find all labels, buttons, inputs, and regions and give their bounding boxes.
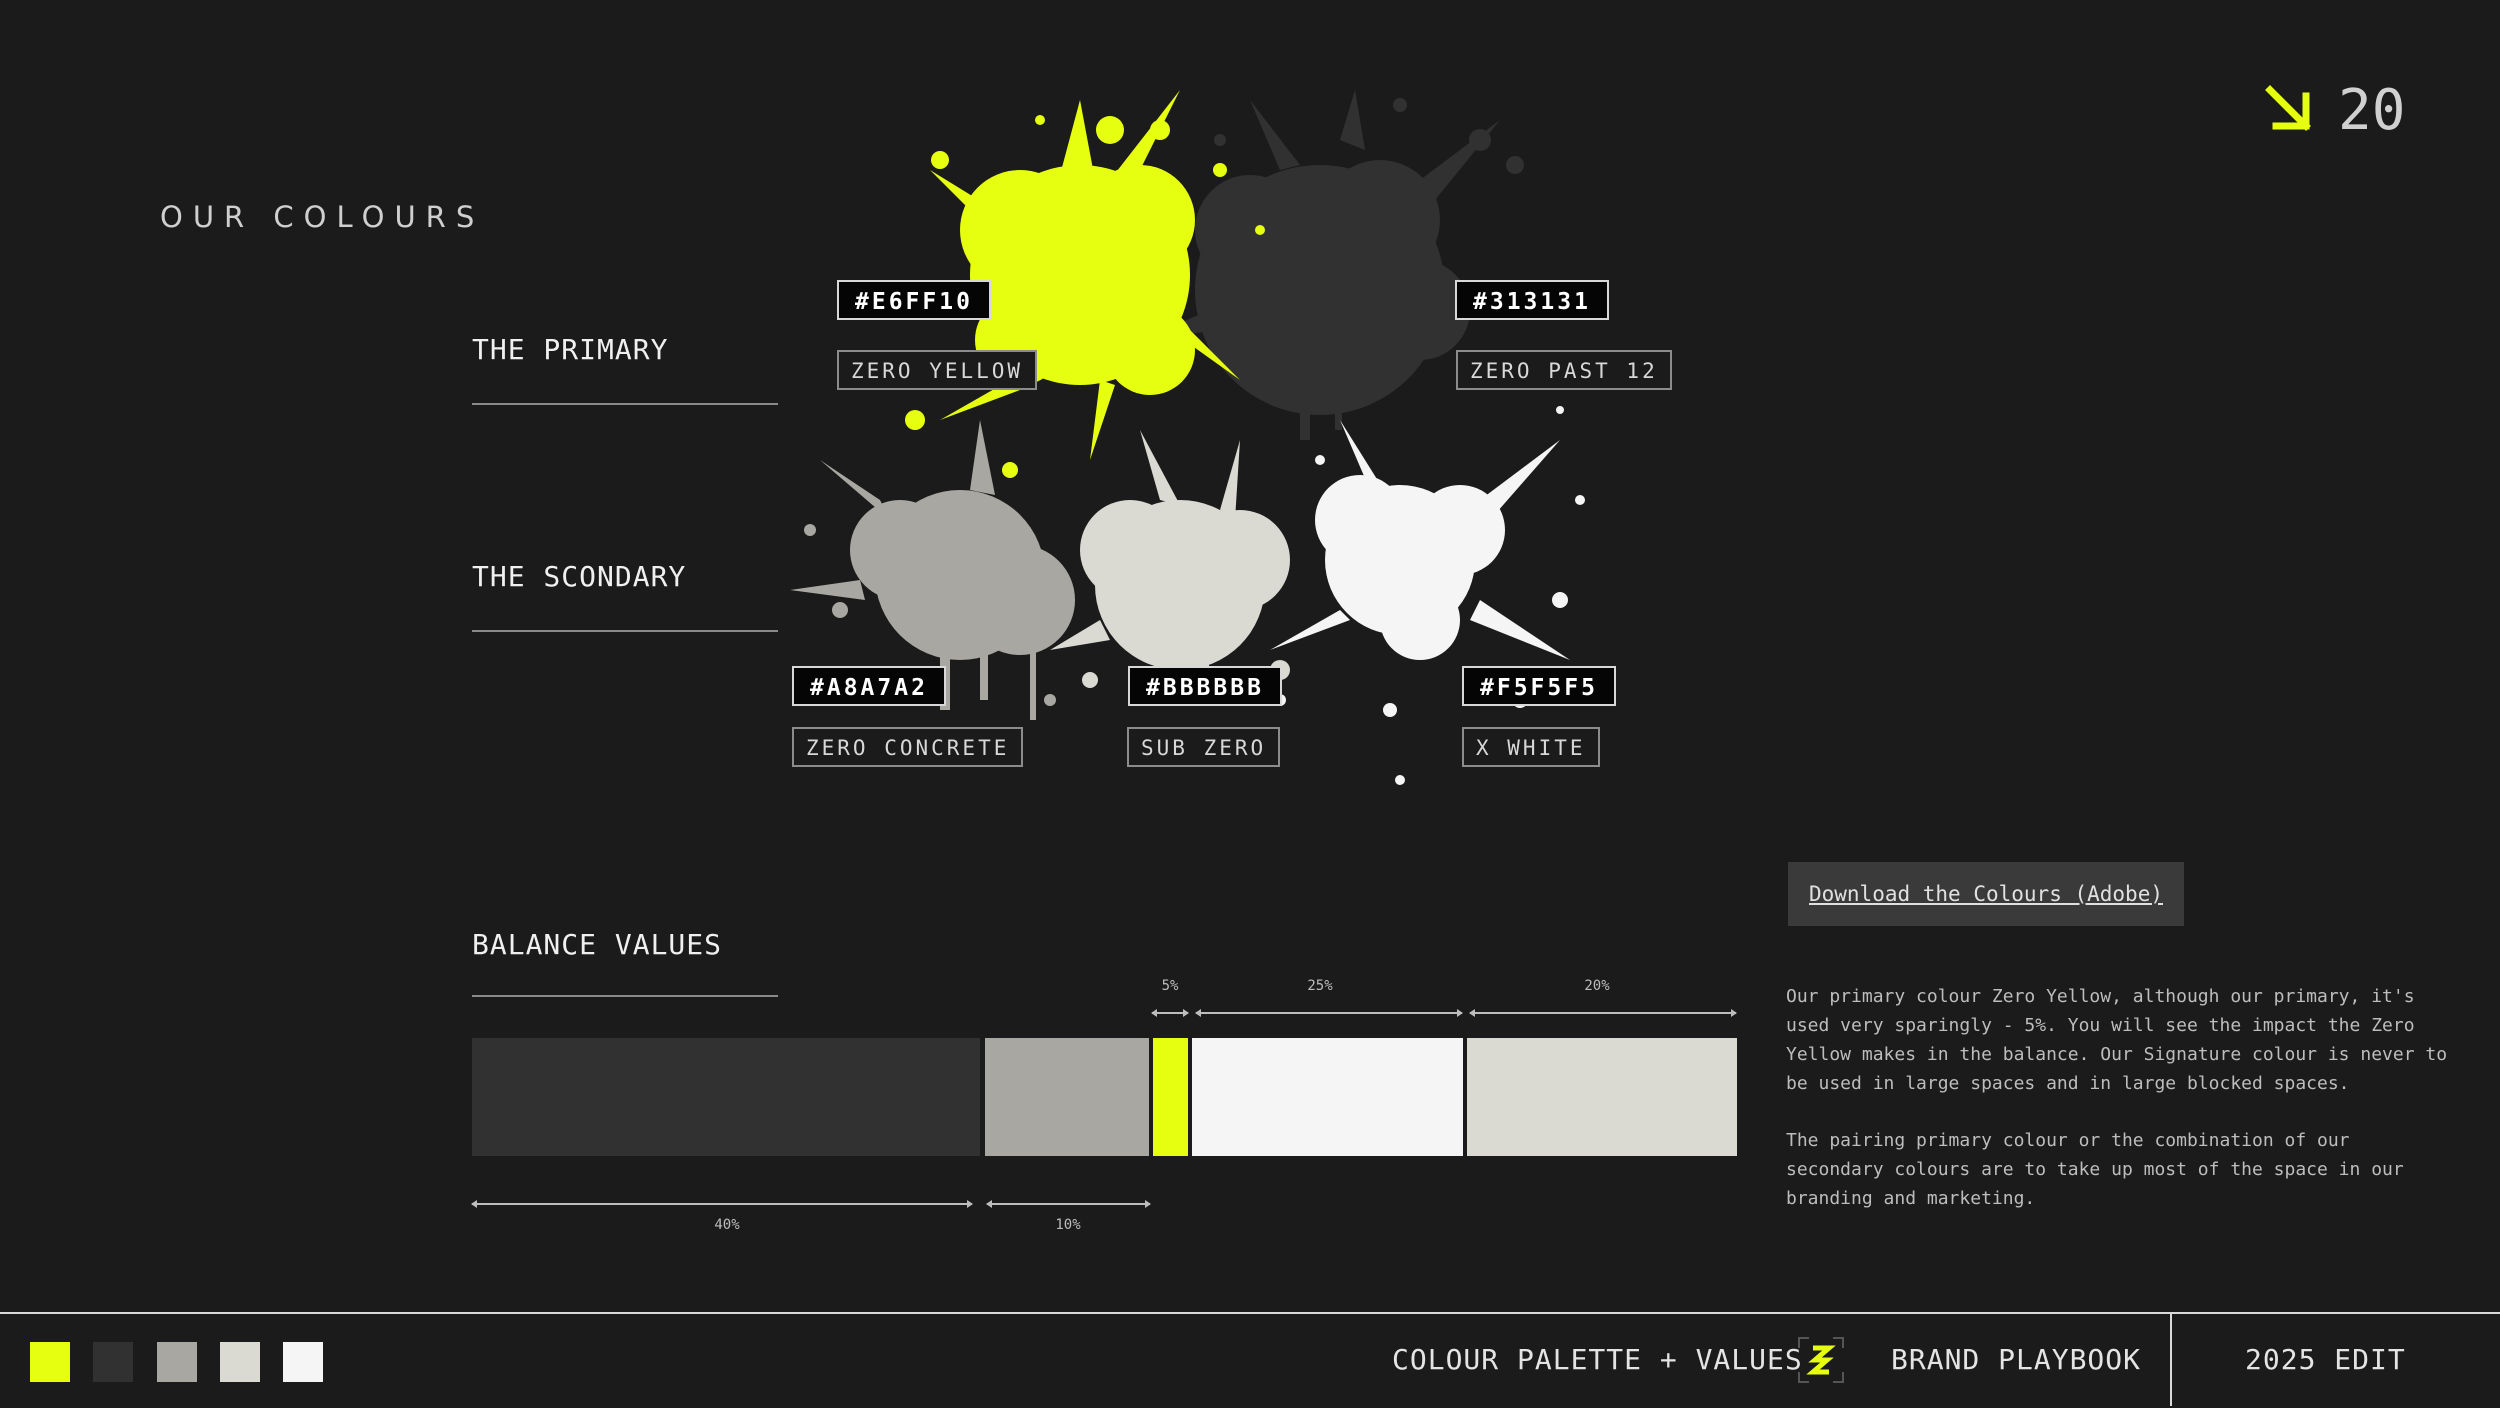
footer-swatch-x-white <box>283 1342 323 1382</box>
sub-zero-splatter <box>1050 430 1290 705</box>
footer-divider <box>2170 1314 2172 1406</box>
balance-segment-zero-concrete <box>985 1038 1149 1156</box>
balance-segment-sub-zero <box>1467 1038 1737 1156</box>
footer-brand-title: BRAND PLAYBOOK <box>1891 1343 2142 1376</box>
balance-segment-zero-yellow <box>1153 1038 1188 1156</box>
description-paragraph-2: The pairing primary colour or the combin… <box>1786 1130 2404 1209</box>
primary-divider <box>472 403 778 405</box>
hex-tag-zero-past-12: #313131 <box>1455 280 1609 320</box>
dimension-line-25 <box>1195 1009 1463 1017</box>
percent-label-40: 40% <box>714 1217 740 1233</box>
hex-tag-x-white: #F5F5F5 <box>1462 666 1616 706</box>
balance-segment-zero-past-12 <box>472 1038 980 1156</box>
arrow-down-right-icon <box>2265 85 2311 131</box>
hex-tag-zero-concrete: #A8A7A2 <box>792 666 946 706</box>
hex-tag-zero-yellow: #E6FF10 <box>837 280 991 320</box>
hex-tag-sub-zero: #BBBBBB <box>1128 666 1282 706</box>
footer-swatch-sub-zero <box>220 1342 260 1382</box>
secondary-divider <box>472 630 778 632</box>
balance-segment-x-white <box>1192 1038 1463 1156</box>
primary-section-label: THE PRIMARY <box>472 333 669 366</box>
name-tag-sub-zero: SUB ZERO <box>1127 727 1281 767</box>
balance-section-label: BALANCE VALUES <box>472 928 723 961</box>
page-number: 20 <box>2338 78 2406 143</box>
footer-swatch-zero-yellow <box>30 1342 70 1382</box>
brand-logo-icon <box>1798 1337 1844 1383</box>
page-title: OUR COLOURS <box>160 200 485 234</box>
dimension-line-10 <box>986 1200 1151 1208</box>
download-colours-button[interactable]: Download the Colours (Adobe) <box>1788 862 2184 926</box>
balance-divider <box>472 995 778 997</box>
percent-label-5: 5% <box>1161 978 1179 994</box>
name-tag-zero-concrete: ZERO CONCRETE <box>792 727 1024 767</box>
footer-section-title: COLOUR PALETTE + VALUES <box>1392 1343 1803 1376</box>
percent-label-20: 20% <box>1584 978 1610 994</box>
secondary-section-label: THE SCONDARY <box>472 560 687 593</box>
description-paragraph-1: Our primary colour Zero Yellow, although… <box>1786 986 2448 1094</box>
footer-edition: 2025 EDIT <box>2245 1343 2406 1376</box>
footer-swatch-zero-concrete <box>157 1342 197 1382</box>
name-tag-x-white: X WHITE <box>1462 727 1600 767</box>
name-tag-zero-past-12: ZERO PAST 12 <box>1456 350 1672 390</box>
name-tag-zero-yellow: ZERO YELLOW <box>837 350 1038 390</box>
percent-label-10: 10% <box>1055 1217 1081 1233</box>
percent-label-25: 25% <box>1307 978 1333 994</box>
dimension-line-40 <box>471 1200 973 1208</box>
footer-swatch-zero-past-12 <box>93 1342 133 1382</box>
dimension-line-20 <box>1469 1009 1737 1017</box>
dimension-line-5 <box>1151 1009 1189 1017</box>
